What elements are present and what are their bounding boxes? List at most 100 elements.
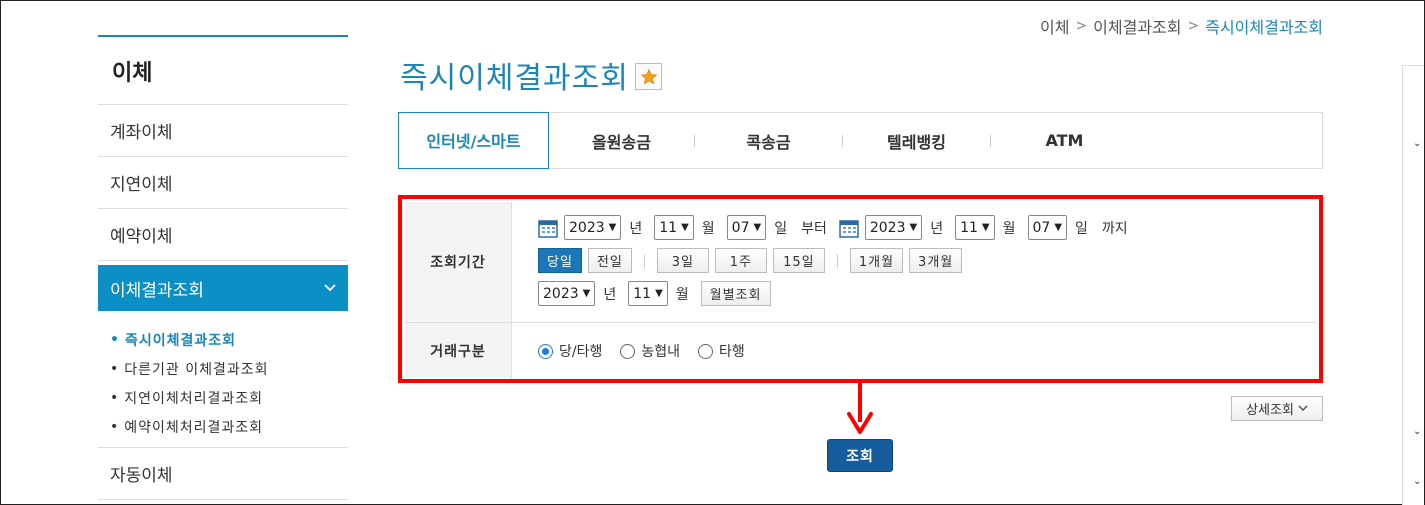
chevron-down-icon[interactable]: ⌄ [1413, 426, 1421, 437]
radio-nh-internal[interactable]: 농협내 [620, 341, 680, 361]
three-months-button[interactable]: 3개월 [909, 248, 963, 273]
breadcrumb-separator-icon: > [1187, 18, 1200, 34]
submenu-item-other-institution[interactable]: • 다른기관 이체결과조회 [110, 354, 348, 383]
sidebar-header: 이체 [98, 35, 348, 105]
bullet-icon: • [110, 331, 120, 348]
to-day-select[interactable]: 07 ▼ [1027, 215, 1068, 240]
bullet-icon: • [110, 360, 120, 377]
chevron-down-icon: ▼ [608, 222, 617, 233]
select-value: 11 [659, 219, 678, 236]
select-value: 07 [731, 219, 750, 236]
select-value: 11 [633, 285, 652, 302]
chevron-down-icon[interactable]: ⌄ [1413, 138, 1421, 149]
from-year-select[interactable]: 2023 ▼ [564, 215, 622, 240]
right-panel-edge: ⌄ ⌄ ⌄ [1402, 65, 1424, 505]
bullet-icon: • [110, 418, 120, 435]
detail-search-label: 상세조회 [1246, 403, 1294, 418]
year-unit: 년 [930, 220, 944, 237]
monthly-year-select[interactable]: 2023 ▼ [538, 281, 596, 306]
star-icon [640, 68, 657, 85]
sidebar: 이체 계좌이체 지연이체 예약이체 이체결과조회 • 즉시이체결과조회 • 다른기관… [98, 35, 348, 500]
chevron-down-icon [324, 284, 336, 292]
submenu-item-delayed-result[interactable]: • 지연이체처리결과조회 [110, 383, 348, 412]
radio-unchecked-icon [698, 343, 713, 359]
breadcrumb: 이체 > 이체결과조회 > 즉시이체결과조회 [1040, 14, 1323, 38]
submenu-label: 예약이체처리결과조회 [124, 419, 264, 436]
select-value: 2023 [569, 219, 605, 236]
favorite-button[interactable] [635, 63, 662, 90]
calendar-icon[interactable] [538, 218, 558, 238]
tab-kok-remit[interactable]: 콕송금 [695, 113, 842, 168]
sidebar-item-delayed-transfer[interactable]: 지연이체 [98, 157, 348, 209]
to-year-select[interactable]: 2023 ▼ [864, 215, 923, 240]
tab-bar: 인터넷/스마트 올원송금 콕송금 텔레뱅킹 ATM [398, 111, 1323, 169]
type-fields: 당/타행 농협내 타행 [512, 323, 1316, 378]
sidebar-item-auto-transfer[interactable]: 자동이체 [98, 448, 348, 500]
chevron-down-icon: ▼ [1054, 222, 1063, 233]
radio-checked-icon [538, 343, 553, 359]
breadcrumb-separator-icon: > [1075, 18, 1088, 34]
submenu-label: 지연이체처리결과조회 [124, 390, 264, 407]
to-month-select[interactable]: 11 ▼ [955, 215, 995, 240]
divider [643, 253, 645, 268]
monthly-search-button[interactable]: 월별조회 [700, 281, 771, 306]
chevron-down-icon [1298, 405, 1308, 412]
tab-atm[interactable]: ATM [991, 113, 1138, 168]
to-suffix: 까지 [1101, 220, 1128, 237]
submenu-item-scheduled-result[interactable]: • 예약이체처리결과조회 [110, 412, 348, 441]
submenu-label: 다른기관 이체결과조회 [124, 361, 269, 378]
today-button[interactable]: 당일 [538, 248, 582, 273]
radio-other-bank[interactable]: 타행 [698, 341, 745, 361]
chevron-down-icon: ▼ [655, 288, 663, 299]
from-suffix: 부터 [801, 220, 827, 237]
search-button[interactable]: 조회 [827, 439, 893, 472]
detail-search-button[interactable]: 상세조회 [1231, 396, 1323, 421]
day-unit: 일 [774, 220, 788, 237]
sidebar-item-account-transfer[interactable]: 계좌이체 [98, 105, 348, 157]
breadcrumb-item-transfer[interactable]: 이체 [1040, 14, 1069, 38]
radio-label: 타행 [719, 344, 745, 360]
tab-internet-smart[interactable]: 인터넷/스마트 [398, 111, 549, 169]
breadcrumb-item-result[interactable]: 이체결과조회 [1093, 14, 1181, 38]
one-week-button[interactable]: 1주 [714, 248, 767, 273]
search-form: 조회기간 2023 ▼ 년 11 ▼ 월 07 ▼ 일 부터 2023 ▼ 년 11 ▼ … [405, 202, 1316, 378]
select-value: 2023 [543, 285, 579, 302]
month-unit: 월 [701, 220, 715, 237]
select-value: 11 [960, 219, 978, 236]
calendar-icon[interactable] [839, 218, 859, 238]
chevron-down-icon[interactable]: ⌄ [1413, 476, 1421, 487]
select-value: 07 [1032, 219, 1051, 236]
radio-own-other-bank[interactable]: 당/타행 [538, 341, 602, 361]
quick-period-line: 당일 전일 3일 1주 15일 1개월 3개월 [538, 248, 1316, 273]
one-month-button[interactable]: 1개월 [849, 248, 904, 273]
arrow-down-icon [847, 382, 873, 434]
submenu-label: 즉시이체결과조회 [124, 332, 236, 349]
monthly-month-select[interactable]: 11 ▼ [628, 281, 668, 306]
type-label: 거래구분 [405, 323, 512, 378]
tab-telebanking[interactable]: 텔레뱅킹 [843, 113, 990, 168]
chevron-down-icon: ▼ [909, 222, 918, 233]
period-label: 조회기간 [405, 202, 512, 322]
submenu-item-instant-result[interactable]: • 즉시이체결과조회 [110, 325, 348, 354]
sidebar-item-scheduled-transfer[interactable]: 예약이체 [98, 209, 348, 261]
chevron-down-icon: ▼ [981, 222, 990, 233]
yesterday-button[interactable]: 전일 [587, 248, 632, 273]
period-row: 조회기간 2023 ▼ 년 11 ▼ 월 07 ▼ 일 부터 2023 ▼ 년 11 ▼ … [405, 202, 1316, 323]
month-unit: 월 [1002, 220, 1016, 237]
day-unit: 일 [1075, 220, 1088, 237]
tab-allone-remit[interactable]: 올원송금 [549, 113, 694, 168]
year-unit: 년 [629, 220, 643, 237]
fifteen-days-button[interactable]: 15일 [772, 248, 825, 273]
sidebar-item-label: 이체결과조회 [110, 280, 204, 301]
date-range-line: 2023 ▼ 년 11 ▼ 월 07 ▼ 일 부터 2023 ▼ 년 11 ▼ 월 07 ▼… [538, 215, 1316, 240]
divider [836, 253, 838, 268]
monthly-line: 2023 ▼ 년 11 ▼ 월 월별조회 [538, 281, 1316, 306]
radio-unchecked-icon [620, 343, 636, 359]
from-month-select[interactable]: 11 ▼ [654, 215, 694, 240]
three-days-button[interactable]: 3일 [656, 248, 709, 273]
chevron-down-icon: ▼ [753, 222, 762, 233]
breadcrumb-current: 즉시이체결과조회 [1205, 18, 1323, 37]
sidebar-item-transfer-result[interactable]: 이체결과조회 [98, 265, 348, 311]
from-day-select[interactable]: 07 ▼ [726, 215, 767, 240]
type-radio-group: 당/타행 농협내 타행 [538, 341, 1316, 361]
